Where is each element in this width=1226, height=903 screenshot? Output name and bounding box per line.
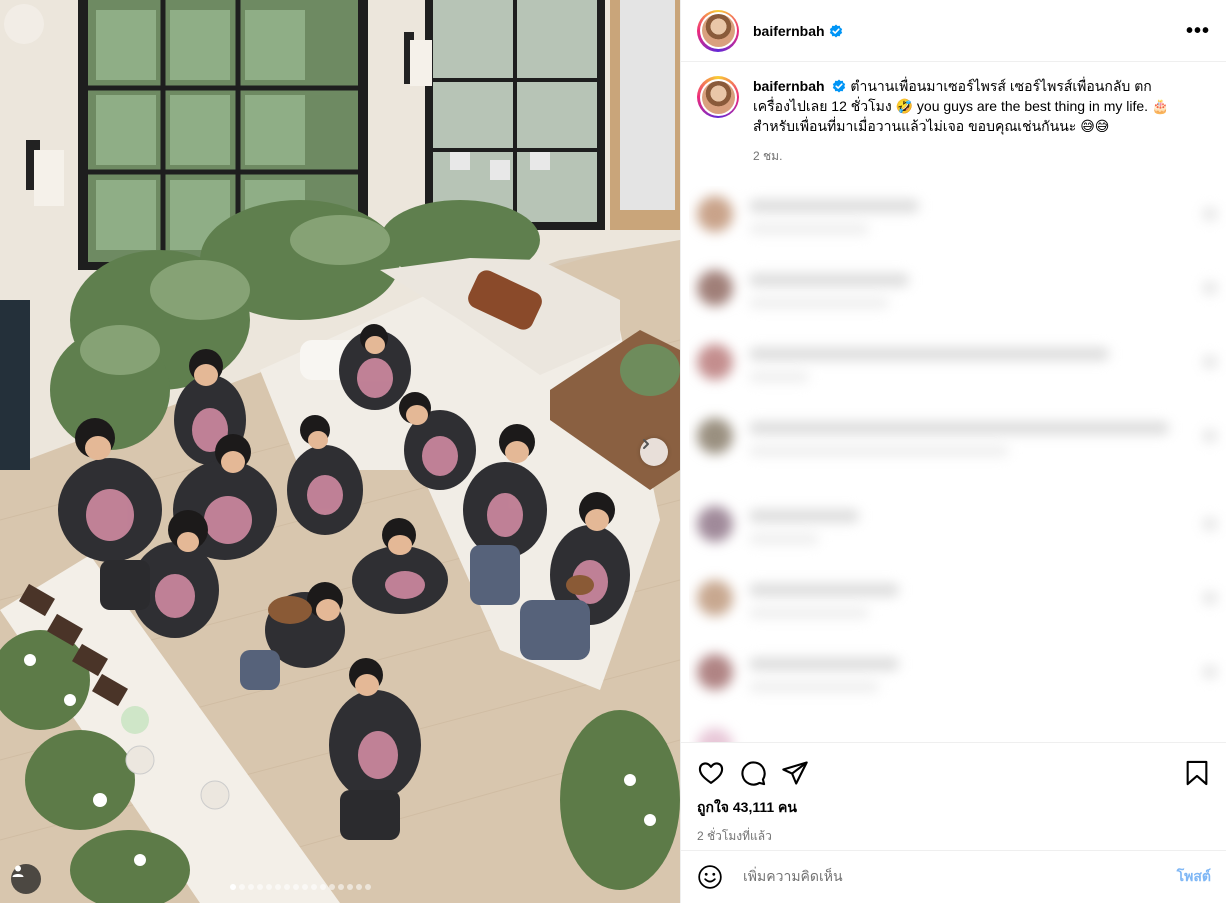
list-item: [689, 186, 1226, 246]
carousel-dot: [338, 884, 344, 890]
list-item: [689, 408, 1226, 468]
comment-button[interactable]: [739, 759, 767, 787]
share-button[interactable]: [781, 759, 809, 787]
emoji-icon: [698, 865, 722, 889]
list-item: [689, 496, 1226, 556]
chevron-right-icon: [643, 439, 649, 449]
save-button[interactable]: [1183, 759, 1211, 787]
post-header: baifernbah •••: [681, 0, 1226, 62]
list-item: [689, 718, 1226, 742]
carousel-dot: [275, 884, 281, 890]
user-icon: [12, 865, 24, 877]
carousel-dot: [320, 884, 326, 890]
carousel-indicator: [230, 884, 371, 890]
carousel-dot: [302, 884, 308, 890]
group-photo-image: [0, 0, 680, 903]
list-item: [689, 644, 1226, 704]
carousel-dot: [311, 884, 317, 890]
post-timestamp[interactable]: 2 ชั่วโมงที่แล้ว: [697, 827, 1211, 846]
carousel-dot: [347, 884, 353, 890]
tagged-users-button[interactable]: [11, 864, 41, 894]
bookmark-icon: [1186, 760, 1208, 786]
comment-input[interactable]: เพิ่มความคิดเห็น: [743, 866, 843, 888]
carousel-dot: [365, 884, 371, 890]
verified-badge-icon: [833, 79, 846, 93]
carousel-dot: [248, 884, 254, 890]
post-username[interactable]: baifernbah: [753, 23, 825, 39]
carousel-dot: [356, 884, 362, 890]
carousel-dot: [293, 884, 299, 890]
carousel-dot: [329, 884, 335, 890]
post-actions: ถูกใจ 43,111 คน 2 ชั่วโมงที่แล้ว: [681, 742, 1226, 850]
post-caption: baifernbah ตำนานเพื่อนมาเซอร์ไพรส์ เซอร์…: [681, 62, 1226, 166]
carousel-dot: [230, 884, 236, 890]
comments-list[interactable]: [689, 186, 1226, 742]
verified-badge-icon: [829, 24, 842, 37]
avatar[interactable]: [697, 9, 739, 52]
carousel-dot: [239, 884, 245, 890]
post-panel: baifernbah ••• baifernbah ตำนานเพื่อนมาเ…: [680, 0, 1226, 903]
more-options-button[interactable]: •••: [1186, 21, 1210, 41]
comment-form: เพิ่มความคิดเห็น โพสต์: [681, 850, 1226, 903]
carousel-dot: [266, 884, 272, 890]
carousel-next-button[interactable]: [640, 438, 668, 466]
list-item: [689, 334, 1226, 394]
carousel-dot: [257, 884, 263, 890]
post-comment-button[interactable]: โพสต์: [1177, 866, 1211, 888]
heart-icon: [698, 762, 724, 784]
post-photo[interactable]: [0, 0, 680, 903]
emoji-button[interactable]: [697, 864, 723, 890]
caption-timestamp[interactable]: 2 ชม.: [753, 146, 1183, 166]
caption-avatar[interactable]: [697, 76, 739, 118]
comment-icon: [741, 761, 766, 786]
share-icon: [782, 761, 808, 785]
caption-username[interactable]: baifernbah: [753, 78, 825, 94]
list-item: [689, 570, 1226, 630]
list-item: [689, 260, 1226, 320]
carousel-dot: [284, 884, 290, 890]
like-button[interactable]: [697, 759, 725, 787]
like-count[interactable]: ถูกใจ 43,111 คน: [697, 797, 1211, 819]
